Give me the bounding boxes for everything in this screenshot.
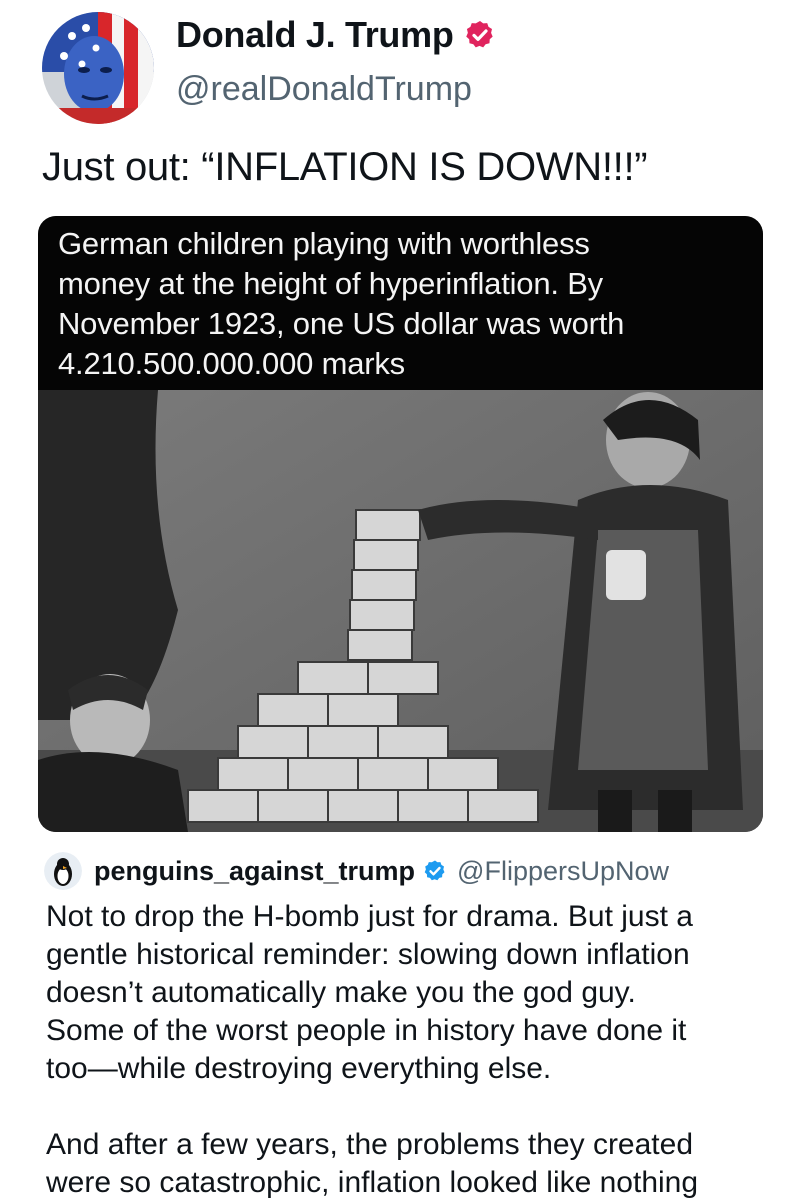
image-caption: German children playing with worthless m… [38, 216, 763, 390]
reply-line: were so catastrophic, inflation looked l… [46, 1166, 699, 1199]
penguin-avatar-icon [44, 852, 82, 890]
flag-face-avatar-icon [42, 12, 154, 124]
verified-badge-icon [465, 21, 493, 48]
reply-line: Some of the worst people in history have… [46, 1014, 687, 1047]
reply-verified-badge-icon [424, 860, 445, 881]
reply-handle[interactable]: @FlippersUpNow [457, 856, 669, 887]
reply-text: Not to drop the H-bomb just for drama. B… [46, 898, 776, 1202]
author-name-row: Donald J. Trump [176, 14, 496, 56]
caption-line: 4.210.500.000.000 marks [58, 346, 405, 381]
reply-line: And after a few years, the problems they… [46, 1128, 694, 1161]
reply-avatar[interactable] [44, 852, 82, 890]
caption-line: money at the height of hyperinflation. B… [58, 266, 603, 301]
reply-line: doesn’t automatically make you the god g… [46, 976, 636, 1009]
reply-line: gentle historical reminder: slowing down… [46, 938, 690, 971]
reply-line: too—while destroying everything else. [46, 1052, 552, 1085]
author-display-name[interactable]: Donald J. Trump [176, 14, 454, 56]
tweet-media[interactable]: German children playing with worthless m… [38, 216, 763, 832]
caption-line: November 1923, one US dollar was worth [58, 306, 625, 341]
caption-line: German children playing with worthless [58, 226, 590, 261]
author-avatar[interactable] [42, 12, 154, 124]
tweet-text: Just out: “INFLATION IS DOWN!!!” [42, 145, 648, 189]
reply-header: penguins_against_trump @FlippersUpNow [94, 852, 669, 890]
reply-line: Not to drop the H-bomb just for drama. B… [46, 900, 693, 933]
children-stacking-banknotes-photo [38, 390, 763, 832]
author-handle[interactable]: @realDonaldTrump [176, 70, 472, 109]
reply-display-name[interactable]: penguins_against_trump [94, 856, 415, 887]
